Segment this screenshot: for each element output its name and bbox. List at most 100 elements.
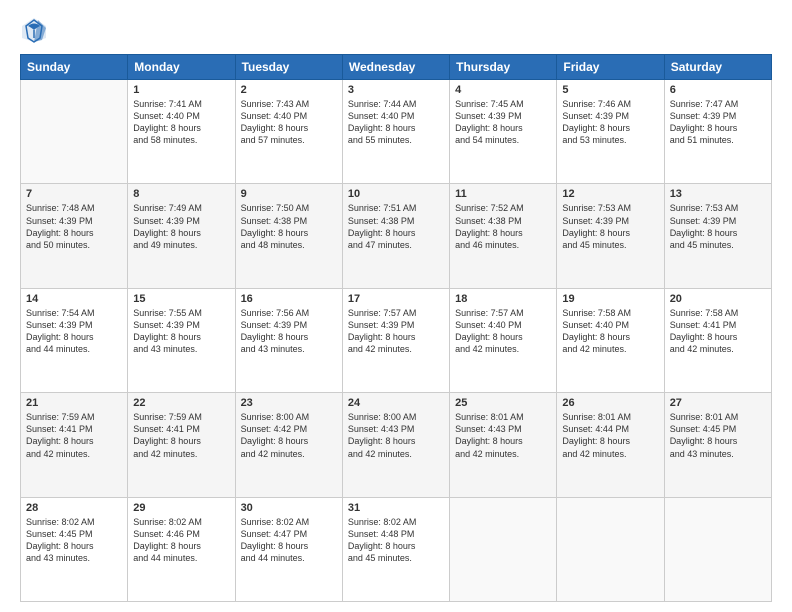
day-info: Sunrise: 7:57 AM Sunset: 4:39 PM Dayligh… (348, 307, 444, 356)
calendar-cell: 24 Sunrise: 8:00 AM Sunset: 4:43 PM Dayli… (342, 393, 449, 497)
day-number: 16 (241, 293, 337, 305)
day-number: 18 (455, 293, 551, 305)
calendar-cell: 3Sunrise: 7:44 AM Sunset: 4:40 PM Daylig… (342, 80, 449, 184)
weekday-header-tuesday: Tuesday (235, 55, 342, 80)
day-number: 20 (670, 293, 766, 305)
day-number: 5 (562, 84, 658, 96)
calendar-cell: 7 Sunrise: 7:48 AM Sunset: 4:39 PM Daylig… (21, 184, 128, 288)
calendar-week-2: 7 Sunrise: 7:48 AM Sunset: 4:39 PM Daylig… (21, 184, 772, 288)
calendar-cell (557, 497, 664, 601)
day-info: Sunrise: 7:58 AM Sunset: 4:40 PM Dayligh… (562, 307, 658, 356)
day-info: Sunrise: 7:41 AM Sunset: 4:40 PM Dayligh… (133, 98, 229, 147)
logo (20, 16, 52, 44)
calendar-cell: 4Sunrise: 7:45 AM Sunset: 4:39 PM Daylig… (450, 80, 557, 184)
calendar-cell: 16 Sunrise: 7:56 AM Sunset: 4:39 PM Dayli… (235, 288, 342, 392)
calendar-cell: 27 Sunrise: 8:01 AM Sunset: 4:45 PM Dayli… (664, 393, 771, 497)
day-info: Sunrise: 7:56 AM Sunset: 4:39 PM Dayligh… (241, 307, 337, 356)
day-info: Sunrise: 8:02 AM Sunset: 4:47 PM Dayligh… (241, 516, 337, 565)
calendar-cell: 20 Sunrise: 7:58 AM Sunset: 4:41 PM Dayli… (664, 288, 771, 392)
calendar: SundayMondayTuesdayWednesdayThursdayFrid… (20, 54, 772, 602)
calendar-cell: 28 Sunrise: 8:02 AM Sunset: 4:45 PM Dayli… (21, 497, 128, 601)
day-number: 22 (133, 397, 229, 409)
day-number: 29 (133, 502, 229, 514)
day-info: Sunrise: 7:53 AM Sunset: 4:39 PM Dayligh… (670, 202, 766, 251)
weekday-header-sunday: Sunday (21, 55, 128, 80)
calendar-cell: 14Sunrise: 7:54 AM Sunset: 4:39 PM Dayli… (21, 288, 128, 392)
calendar-cell: 11Sunrise: 7:52 AM Sunset: 4:38 PM Dayli… (450, 184, 557, 288)
day-number: 26 (562, 397, 658, 409)
day-number: 7 (26, 188, 122, 200)
day-number: 4 (455, 84, 551, 96)
day-info: Sunrise: 7:58 AM Sunset: 4:41 PM Dayligh… (670, 307, 766, 356)
day-info: Sunrise: 7:49 AM Sunset: 4:39 PM Dayligh… (133, 202, 229, 251)
calendar-week-4: 21 Sunrise: 7:59 AM Sunset: 4:41 PM Dayli… (21, 393, 772, 497)
day-number: 19 (562, 293, 658, 305)
calendar-cell: 17 Sunrise: 7:57 AM Sunset: 4:39 PM Dayli… (342, 288, 449, 392)
calendar-cell: 12 Sunrise: 7:53 AM Sunset: 4:39 PM Dayli… (557, 184, 664, 288)
calendar-cell (21, 80, 128, 184)
day-info: Sunrise: 7:51 AM Sunset: 4:38 PM Dayligh… (348, 202, 444, 251)
day-info: Sunrise: 7:55 AM Sunset: 4:39 PM Dayligh… (133, 307, 229, 356)
day-number: 23 (241, 397, 337, 409)
calendar-week-1: 1Sunrise: 7:41 AM Sunset: 4:40 PM Daylig… (21, 80, 772, 184)
weekday-header-thursday: Thursday (450, 55, 557, 80)
day-number: 27 (670, 397, 766, 409)
day-number: 10 (348, 188, 444, 200)
day-info: Sunrise: 7:46 AM Sunset: 4:39 PM Dayligh… (562, 98, 658, 147)
day-number: 15 (133, 293, 229, 305)
day-info: Sunrise: 8:01 AM Sunset: 4:45 PM Dayligh… (670, 411, 766, 460)
page: SundayMondayTuesdayWednesdayThursdayFrid… (0, 0, 792, 612)
day-info: Sunrise: 7:54 AM Sunset: 4:39 PM Dayligh… (26, 307, 122, 356)
day-number: 11 (455, 188, 551, 200)
logo-icon (20, 16, 48, 44)
day-number: 8 (133, 188, 229, 200)
calendar-cell: 19 Sunrise: 7:58 AM Sunset: 4:40 PM Dayli… (557, 288, 664, 392)
day-info: Sunrise: 7:59 AM Sunset: 4:41 PM Dayligh… (26, 411, 122, 460)
calendar-week-5: 28 Sunrise: 8:02 AM Sunset: 4:45 PM Dayli… (21, 497, 772, 601)
calendar-cell: 2 Sunrise: 7:43 AM Sunset: 4:40 PM Daylig… (235, 80, 342, 184)
day-info: Sunrise: 7:48 AM Sunset: 4:39 PM Dayligh… (26, 202, 122, 251)
day-number: 13 (670, 188, 766, 200)
day-number: 9 (241, 188, 337, 200)
day-info: Sunrise: 7:57 AM Sunset: 4:40 PM Dayligh… (455, 307, 551, 356)
day-info: Sunrise: 8:01 AM Sunset: 4:43 PM Dayligh… (455, 411, 551, 460)
calendar-cell: 22Sunrise: 7:59 AM Sunset: 4:41 PM Dayli… (128, 393, 235, 497)
day-number: 30 (241, 502, 337, 514)
calendar-cell: 1Sunrise: 7:41 AM Sunset: 4:40 PM Daylig… (128, 80, 235, 184)
day-number: 24 (348, 397, 444, 409)
header (20, 16, 772, 44)
day-info: Sunrise: 8:00 AM Sunset: 4:43 PM Dayligh… (348, 411, 444, 460)
day-number: 28 (26, 502, 122, 514)
day-info: Sunrise: 7:47 AM Sunset: 4:39 PM Dayligh… (670, 98, 766, 147)
calendar-body: 1Sunrise: 7:41 AM Sunset: 4:40 PM Daylig… (21, 80, 772, 602)
calendar-cell: 25 Sunrise: 8:01 AM Sunset: 4:43 PM Dayli… (450, 393, 557, 497)
calendar-cell: 13 Sunrise: 7:53 AM Sunset: 4:39 PM Dayli… (664, 184, 771, 288)
day-info: Sunrise: 7:50 AM Sunset: 4:38 PM Dayligh… (241, 202, 337, 251)
day-number: 6 (670, 84, 766, 96)
calendar-cell: 8 Sunrise: 7:49 AM Sunset: 4:39 PM Daylig… (128, 184, 235, 288)
weekday-header-friday: Friday (557, 55, 664, 80)
day-number: 21 (26, 397, 122, 409)
day-number: 25 (455, 397, 551, 409)
calendar-cell: 29 Sunrise: 8:02 AM Sunset: 4:46 PM Dayli… (128, 497, 235, 601)
calendar-cell (664, 497, 771, 601)
weekday-header-wednesday: Wednesday (342, 55, 449, 80)
calendar-cell: 15 Sunrise: 7:55 AM Sunset: 4:39 PM Dayli… (128, 288, 235, 392)
day-number: 2 (241, 84, 337, 96)
calendar-cell: 18 Sunrise: 7:57 AM Sunset: 4:40 PM Dayli… (450, 288, 557, 392)
calendar-cell: 9 Sunrise: 7:50 AM Sunset: 4:38 PM Daylig… (235, 184, 342, 288)
day-info: Sunrise: 8:02 AM Sunset: 4:45 PM Dayligh… (26, 516, 122, 565)
day-number: 12 (562, 188, 658, 200)
calendar-cell: 10 Sunrise: 7:51 AM Sunset: 4:38 PM Dayli… (342, 184, 449, 288)
calendar-cell: 26 Sunrise: 8:01 AM Sunset: 4:44 PM Dayli… (557, 393, 664, 497)
day-info: Sunrise: 7:43 AM Sunset: 4:40 PM Dayligh… (241, 98, 337, 147)
day-number: 17 (348, 293, 444, 305)
day-info: Sunrise: 8:02 AM Sunset: 4:48 PM Dayligh… (348, 516, 444, 565)
day-info: Sunrise: 8:02 AM Sunset: 4:46 PM Dayligh… (133, 516, 229, 565)
day-info: Sunrise: 8:01 AM Sunset: 4:44 PM Dayligh… (562, 411, 658, 460)
day-info: Sunrise: 7:53 AM Sunset: 4:39 PM Dayligh… (562, 202, 658, 251)
calendar-cell: 5 Sunrise: 7:46 AM Sunset: 4:39 PM Daylig… (557, 80, 664, 184)
weekday-row: SundayMondayTuesdayWednesdayThursdayFrid… (21, 55, 772, 80)
day-info: Sunrise: 8:00 AM Sunset: 4:42 PM Dayligh… (241, 411, 337, 460)
day-number: 3 (348, 84, 444, 96)
